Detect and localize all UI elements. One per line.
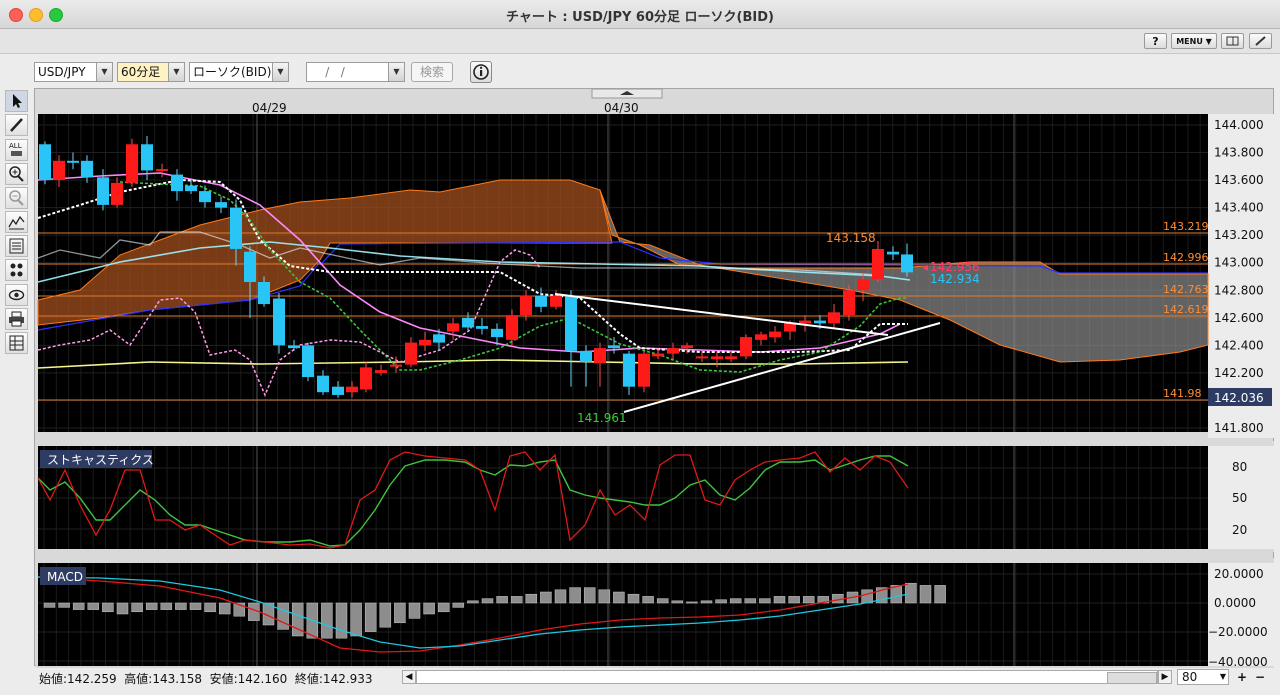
search-button[interactable]: 検索: [411, 62, 453, 82]
pointer-tool-button[interactable]: [5, 90, 28, 112]
line-chart-icon: [8, 215, 25, 230]
table-view-button[interactable]: [5, 332, 28, 354]
pair-select[interactable]: USD/JPY ▼: [34, 62, 113, 82]
time-scrollbar[interactable]: [416, 670, 1158, 684]
chevron-down-icon: ▼: [388, 63, 404, 81]
info-button[interactable]: [470, 61, 492, 83]
eraser-all-icon: ALL: [9, 142, 22, 156]
line-tool-button[interactable]: [5, 114, 28, 136]
info-icon: [473, 64, 489, 80]
zoom-out-button[interactable]: −: [1252, 669, 1268, 685]
window-layout-button[interactable]: [1221, 33, 1244, 49]
symbols-button[interactable]: [5, 259, 28, 281]
pair-select-value: USD/JPY: [38, 65, 86, 79]
symbols-icon: [10, 263, 23, 277]
status-bar: 始値:142.259 高値:143.158 安値:142.160 終値:142.…: [34, 668, 1274, 687]
help-button[interactable]: ?: [1144, 33, 1167, 49]
ohlc-readout: 始値:142.259 高値:143.158 安値:142.160 終値:142.…: [39, 672, 373, 686]
chart-container: [34, 88, 1274, 666]
pen-icon: [1255, 36, 1266, 46]
pen-settings-button[interactable]: [1249, 33, 1272, 49]
chart-type-select-value: ローソク(BID): [193, 65, 272, 79]
zoom-in-button[interactable]: +: [1234, 669, 1250, 685]
scroll-right-button[interactable]: ▶: [1158, 670, 1172, 684]
chevron-down-icon: ▼: [272, 63, 288, 81]
clear-all-button[interactable]: ALL: [5, 139, 28, 161]
zoom-out-button[interactable]: [5, 187, 28, 209]
timeframe-select-value: 60分足: [121, 65, 161, 79]
zoom-in-icon: [9, 166, 24, 182]
arrow-cursor-icon: [13, 94, 22, 108]
scale-icon: [9, 238, 24, 254]
chevron-down-icon: ▼: [168, 63, 184, 81]
menu-button[interactable]: MENU ▼: [1171, 33, 1217, 49]
pencil-icon: [10, 118, 23, 132]
zoom-out-icon: [9, 190, 24, 206]
indicator-button[interactable]: [5, 211, 28, 233]
print-button[interactable]: [5, 308, 28, 330]
chart-type-select[interactable]: ローソク(BID) ▼: [189, 62, 289, 82]
menu-bar: ? MENU ▼: [0, 29, 1280, 54]
chevron-down-icon: ▼: [96, 63, 112, 81]
scroll-left-button[interactable]: ◀: [402, 670, 416, 684]
window-layout-icon: [1226, 36, 1239, 46]
svg-text:ALL: ALL: [9, 142, 22, 150]
visibility-button[interactable]: [5, 284, 28, 306]
zoom-level-select[interactable]: 80 ▼: [1177, 669, 1229, 685]
table-icon: [9, 335, 24, 351]
date-input[interactable]: / / ▼: [306, 62, 405, 82]
chevron-down-icon: ▼: [1219, 672, 1226, 681]
timeframe-select[interactable]: 60分足 ▼: [117, 62, 185, 82]
price-scale-button[interactable]: [5, 235, 28, 257]
scroll-thumb[interactable]: [1107, 672, 1157, 684]
window-titlebar: チャート : USD/JPY 60分足 ローソク(BID): [0, 0, 1280, 29]
window-title: チャート : USD/JPY 60分足 ローソク(BID): [506, 10, 774, 25]
printer-icon: [9, 311, 24, 327]
date-input-value: / /: [310, 65, 357, 79]
zoom-in-button[interactable]: [5, 163, 28, 185]
eye-icon: [8, 289, 25, 301]
zoom-level-value: 80: [1182, 670, 1198, 684]
